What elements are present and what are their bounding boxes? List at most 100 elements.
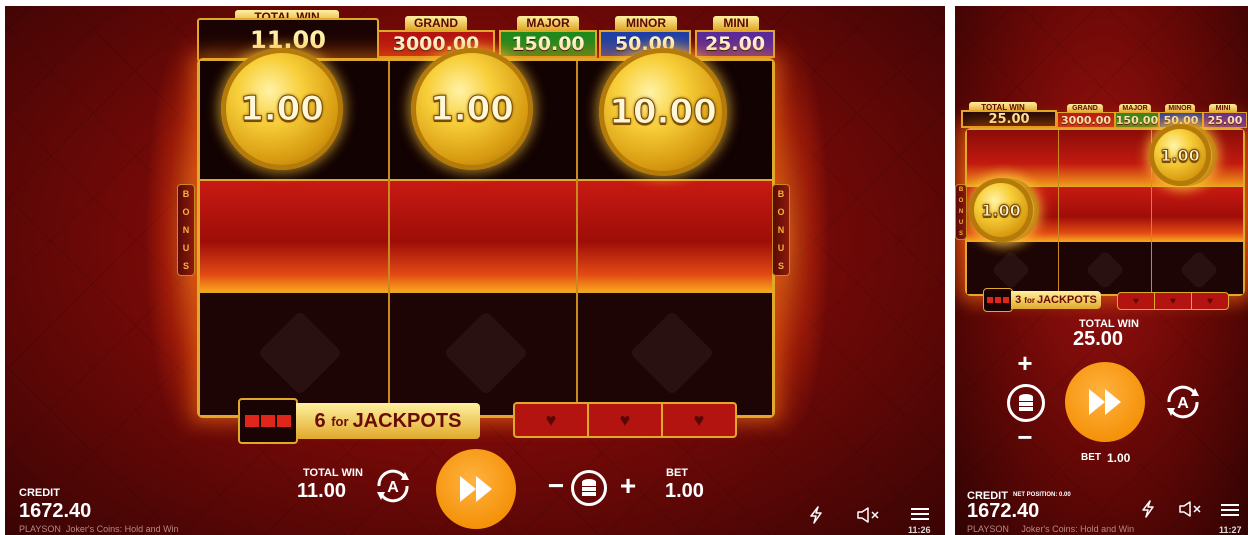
menu-icon bbox=[1221, 504, 1239, 516]
jackpots-progress: 6 for JACKPOTS bbox=[238, 398, 480, 444]
menu-icon bbox=[911, 508, 929, 520]
bet-value: 1.00 bbox=[665, 480, 704, 502]
mini-value: 25.00 bbox=[704, 33, 766, 55]
turbo-button[interactable] bbox=[805, 504, 827, 526]
autoplay-icon: A bbox=[1167, 385, 1199, 419]
major-jackpot: 150.00 bbox=[499, 30, 597, 58]
bonus-letter: S bbox=[182, 261, 189, 271]
coin-symbol: 10.00 bbox=[599, 48, 727, 176]
jackpots-for: for bbox=[1024, 295, 1035, 305]
bonus-tab-right: B O N U S bbox=[772, 184, 790, 276]
bet-value: 1.00 bbox=[1107, 451, 1131, 465]
bonus-letter: O bbox=[182, 207, 190, 217]
bonus-letter: N bbox=[182, 225, 190, 235]
total-win-header: 25.00 bbox=[961, 110, 1057, 128]
jackpot-grid-icon bbox=[238, 398, 298, 444]
grand-jackpot: 3000.00 bbox=[1057, 112, 1115, 128]
bonus-letter: O bbox=[958, 198, 964, 205]
total-win-value: 25.00 bbox=[1073, 328, 1124, 350]
mini-jackpot: 25.00 bbox=[695, 30, 775, 58]
game-footer: PLAYSON Joker's Coins: Hold and Win bbox=[967, 524, 1134, 534]
major-jackpot: 150.00 bbox=[1115, 112, 1159, 128]
turbo-button[interactable] bbox=[1137, 498, 1159, 520]
bet-decrease-button[interactable]: − bbox=[545, 470, 567, 501]
diamond-symbol bbox=[1179, 250, 1219, 290]
jackpots-count: 6 bbox=[314, 409, 326, 432]
game-footer: PLAYSON Joker's Coins: Hold and Win bbox=[19, 524, 179, 534]
bet-increase-button[interactable]: + bbox=[617, 470, 639, 501]
bonus-letter: B bbox=[182, 189, 190, 199]
bonus-letter: S bbox=[958, 230, 963, 237]
autoplay-icon: A bbox=[377, 469, 409, 503]
brand-logo: PLAYSON bbox=[967, 524, 1009, 534]
hearts-meter: ♥ ♥ ♥ bbox=[513, 402, 737, 438]
mobile-game-view: TOTAL WIN 25.00 GRAND 3000.00 MAJOR 150.… bbox=[955, 6, 1248, 535]
bonus-letter: S bbox=[777, 261, 784, 271]
major-label: MAJOR bbox=[517, 16, 579, 30]
jackpots-for: for bbox=[331, 413, 349, 429]
total-win-value: 11.00 bbox=[297, 480, 346, 502]
menu-button[interactable] bbox=[1219, 500, 1241, 520]
spin-button[interactable] bbox=[436, 449, 516, 529]
diamond-symbol bbox=[629, 310, 715, 396]
bet-coin-button[interactable] bbox=[1007, 384, 1045, 422]
game-title: Joker's Coins: Hold and Win bbox=[65, 524, 179, 534]
jackpots-label: 6 for JACKPOTS bbox=[296, 403, 480, 439]
coin-symbol: 1.00 bbox=[1149, 124, 1211, 186]
bonus-letter: N bbox=[777, 225, 785, 235]
grand-label: GRAND bbox=[405, 16, 467, 30]
svg-text:A: A bbox=[387, 479, 399, 496]
bonus-letter: U bbox=[958, 219, 964, 226]
heart-icon: ♥ bbox=[589, 404, 663, 436]
reel-column-2 bbox=[1059, 130, 1152, 294]
bonus-letter: N bbox=[958, 208, 964, 215]
coin-stack-icon bbox=[582, 479, 596, 496]
credit-value: 1672.40 bbox=[967, 500, 1040, 522]
coin-value: 1.00 bbox=[240, 89, 325, 130]
svg-text:A: A bbox=[1177, 395, 1189, 412]
coin-value: 1.00 bbox=[430, 89, 515, 130]
coin-value: 10.00 bbox=[609, 92, 718, 133]
hearts-meter: ♥ ♥ ♥ bbox=[1117, 292, 1229, 310]
net-position: NET POSITION: 0.00 bbox=[1013, 492, 1071, 498]
clock: 11:26 bbox=[908, 525, 931, 535]
heart-icon: ♥ bbox=[515, 404, 589, 436]
clock: 11:27 bbox=[1219, 525, 1242, 535]
game-title: Joker's Coins: Hold and Win bbox=[1021, 524, 1135, 534]
jackpots-text: JACKPOTS bbox=[1036, 294, 1097, 306]
bet-decrease-button[interactable]: − bbox=[1013, 422, 1037, 452]
bonus-letter: O bbox=[777, 207, 785, 217]
jackpots-text: JACKPOTS bbox=[352, 409, 462, 432]
spin-forward-icon bbox=[460, 476, 492, 502]
bonus-letter: B bbox=[958, 187, 964, 194]
bet-increase-button[interactable]: + bbox=[1013, 348, 1037, 378]
bet-label: BET bbox=[666, 467, 688, 479]
jackpots-label: 3 for JACKPOTS bbox=[1011, 291, 1101, 309]
lightning-icon bbox=[810, 506, 822, 524]
sound-button[interactable] bbox=[855, 504, 883, 526]
heart-icon: ♥ bbox=[693, 409, 705, 430]
desktop-game-view: TOTAL WIN 11.00 GRAND 3000.00 MAJOR 150.… bbox=[5, 6, 945, 535]
coin-symbol: 1.00 bbox=[221, 48, 343, 170]
jackpots-progress: 3 for JACKPOTS bbox=[983, 288, 1101, 312]
credit-label: CREDIT bbox=[19, 487, 60, 499]
autoplay-button[interactable]: A bbox=[369, 466, 417, 506]
major-value: 150.00 bbox=[511, 33, 585, 55]
coin-value: 1.00 bbox=[981, 200, 1021, 220]
bonus-letter: U bbox=[182, 243, 190, 253]
spin-forward-icon bbox=[1089, 389, 1121, 415]
total-win-label: TOTAL WIN bbox=[303, 467, 363, 479]
major-value: 150.00 bbox=[1115, 113, 1159, 127]
minor-label: MINOR bbox=[615, 16, 677, 30]
heart-icon: ♥ bbox=[1207, 295, 1213, 307]
bet-coin-button[interactable] bbox=[571, 470, 607, 506]
coin-value: 1.00 bbox=[1160, 145, 1200, 165]
mute-icon bbox=[1179, 501, 1201, 517]
sound-button[interactable] bbox=[1177, 498, 1205, 520]
mini-value: 25.00 bbox=[1207, 113, 1243, 127]
bet-label: BET bbox=[1081, 452, 1101, 463]
menu-button[interactable] bbox=[909, 504, 931, 524]
spin-button[interactable] bbox=[1065, 362, 1145, 442]
autoplay-button[interactable]: A bbox=[1159, 382, 1207, 422]
bonus-tab-left: B O N U S bbox=[955, 184, 967, 240]
